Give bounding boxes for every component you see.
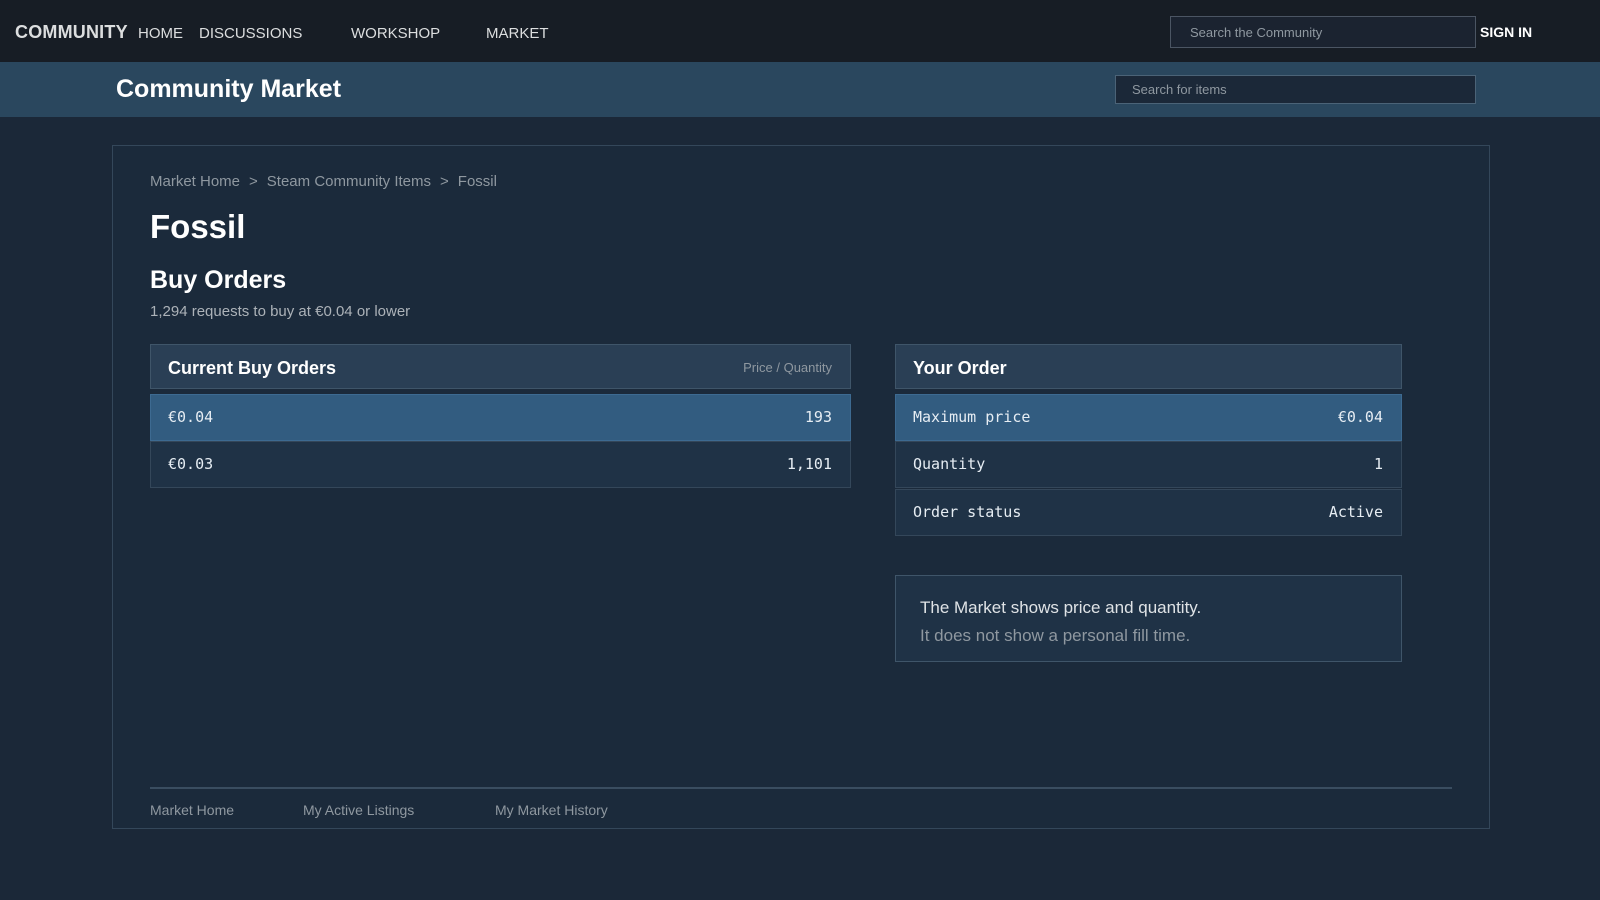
order-field-value: 1 [1373,455,1383,473]
footer-market-home-link[interactable]: Market Home [150,802,234,818]
order-field-value: €0.04 [1337,408,1383,426]
your-order-row-quantity: Quantity 1 [895,441,1402,488]
breadcrumb-current-item[interactable]: Fossil [458,173,497,190]
breadcrumb-community-items[interactable]: Steam Community Items [267,173,431,190]
community-search-input[interactable] [1170,16,1476,48]
info-note-line-2: It does not show a personal fill time. [920,626,1191,645]
nav-workshop-link[interactable]: WORKSHOP [351,25,440,42]
price-quantity-label: Price / Quantity [743,360,832,375]
buy-order-quantity: 193 [804,408,832,426]
sign-in-link[interactable]: SIGN IN [1480,24,1532,40]
order-status-value: Active [1328,503,1383,521]
buy-order-row[interactable]: €0.04 193 [150,394,851,441]
buy-order-price: €0.03 [168,455,214,473]
info-note-line-1: The Market shows price and quantity. [920,598,1202,617]
order-field-label: Quantity [913,455,986,473]
item-search-input[interactable] [1115,75,1476,104]
page-title: Fossil [150,208,246,245]
footer-market-history-link[interactable]: My Market History [495,802,608,818]
market-subheader: Community Market [0,62,1600,117]
buy-orders-summary: 1,294 requests to buy at €0.04 or lower [150,303,411,320]
buy-orders-table-title: Current Buy Orders [168,358,337,378]
footer-active-listings-link[interactable]: My Active Listings [303,802,414,818]
footer-divider [150,787,1452,789]
buy-orders-heading: Buy Orders [150,266,287,294]
order-field-label: Order status [913,503,1022,521]
community-logo[interactable]: COMMUNITY [15,22,128,43]
buy-order-price: €0.04 [168,408,214,426]
breadcrumb-separator: > [440,173,449,190]
market-title[interactable]: Community Market [116,75,341,104]
your-order-row-status: Order status Active [895,489,1402,536]
buy-order-row[interactable]: €0.03 1,101 [150,441,851,488]
buy-orders-table-header: Current Buy Orders Price / Quantity [150,344,851,389]
top-nav-bar: COMMUNITY HOME DISCUSSIONS WORKSHOP MARK… [0,0,1600,62]
nav-market-link[interactable]: MARKET [486,25,549,42]
item-panel: Market Home > Steam Community Items > Fossil… [112,145,1490,829]
breadcrumb: Market Home > Steam Community Items > Fossil [150,173,497,190]
your-order-row-max-price: Maximum price €0.04 [895,394,1402,441]
nav-home-link[interactable]: HOME [138,25,183,42]
breadcrumb-market-home[interactable]: Market Home [150,173,240,190]
your-order-title: Your Order [913,358,1007,378]
your-order-header: Your Order [895,344,1402,389]
market-info-note: The Market shows price and quantity. It … [895,575,1402,662]
order-field-label: Maximum price [913,408,1031,426]
nav-discussions-link[interactable]: DISCUSSIONS [199,25,302,42]
breadcrumb-separator: > [249,173,258,190]
buy-order-quantity: 1,101 [786,455,832,473]
